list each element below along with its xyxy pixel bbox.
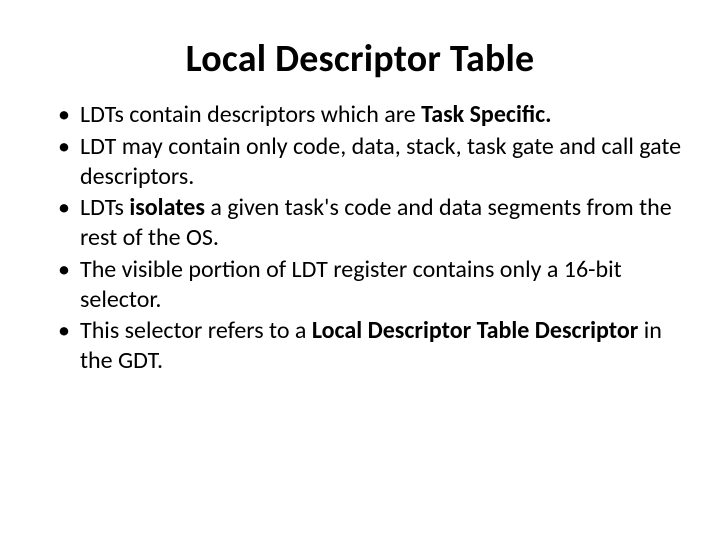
bullet-text-pre: LDTs contain descriptors which are — [80, 100, 421, 129]
bullet-text-bold: Local Descriptor Table Descriptor — [312, 316, 638, 345]
list-item: LDT may contain only code, data, stack, … — [58, 132, 690, 192]
bullet-text-bold: isolates — [129, 193, 205, 222]
list-item: LDTs isolates a given task's code and da… — [58, 193, 690, 253]
bullet-text-pre: This selector refers to a — [80, 316, 312, 345]
bullet-text-bold: Task Specific. — [421, 100, 551, 129]
bullet-text-pre: The visible portion of LDT register cont… — [80, 255, 622, 314]
list-item: The visible portion of LDT register cont… — [58, 255, 690, 315]
bullet-text-pre: LDT may contain only code, data, stack, … — [80, 132, 681, 191]
bullet-text-pre: LDTs — [80, 193, 129, 222]
list-item: This selector refers to a Local Descript… — [58, 316, 690, 376]
slide-title: Local Descriptor Table — [30, 36, 690, 82]
bullet-list: LDTs contain descriptors which are Task … — [30, 100, 690, 376]
list-item: LDTs contain descriptors which are Task … — [58, 100, 690, 130]
